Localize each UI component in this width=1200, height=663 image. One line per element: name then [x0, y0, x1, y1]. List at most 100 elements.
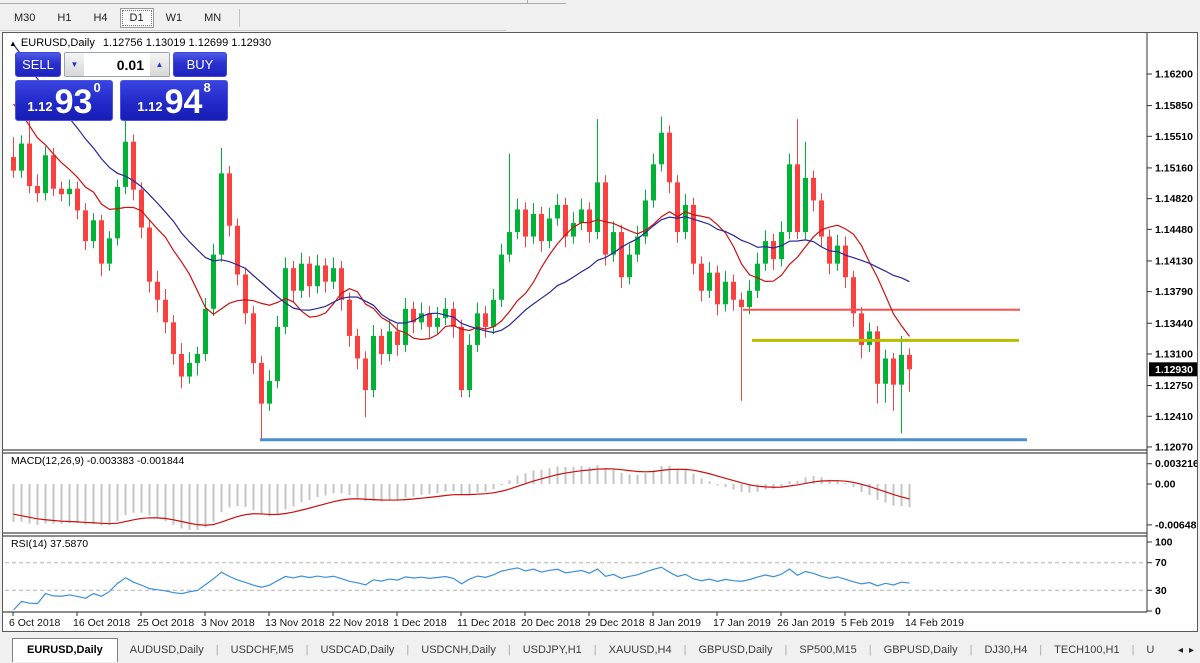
moving-average-10[interactable]	[13, 103, 910, 341]
candle-body	[659, 132, 664, 165]
date-axis-label: 14 Feb 2019	[905, 617, 964, 629]
chart-tab-eurusd-daily[interactable]: EURUSD,Daily	[12, 638, 118, 662]
candle-body	[227, 173, 232, 226]
chart-tab-usdchf-m5[interactable]: USDCHF,M5	[219, 640, 306, 661]
date-axis-label: 17 Jan 2019	[713, 617, 771, 629]
collapse-triangle-icon[interactable]: ▲	[9, 39, 17, 48]
chart-tab-usdcnh-daily[interactable]: USDCNH,Daily	[409, 640, 508, 661]
candle-body	[179, 353, 184, 377]
candle-body	[163, 299, 168, 323]
candle-body	[363, 358, 368, 391]
candle-body	[195, 353, 200, 363]
candle-body	[579, 209, 584, 224]
macd-axis-label: -0.006485	[1155, 519, 1197, 531]
candle-body	[171, 322, 176, 354]
chart-tab-tech100-h1[interactable]: TECH100,H1	[1042, 640, 1131, 661]
candle-body	[371, 335, 376, 391]
candle-body	[123, 141, 128, 187]
timeframe-button-mn[interactable]: MN	[194, 8, 231, 28]
volume-input[interactable]	[84, 53, 150, 76]
candle-body	[19, 143, 24, 171]
timeframe-button-m30[interactable]: M30	[4, 8, 45, 28]
toolbar-edge-separator	[527, 0, 528, 4]
candle-body	[867, 331, 872, 345]
candle-body	[707, 272, 712, 291]
chart-symbol-label: EURUSD,Daily	[20, 37, 95, 49]
candle-body	[203, 308, 208, 354]
rsi-axis-label: 100	[1155, 537, 1173, 549]
sell-button[interactable]: SELL	[15, 52, 61, 77]
toolbar-separator	[239, 9, 241, 27]
timeframe-button-d1[interactable]: D1	[119, 8, 154, 28]
chart-tab-audusd-daily[interactable]: AUDUSD,Daily	[118, 640, 216, 661]
price-axis-label: 1.13100	[1155, 348, 1193, 360]
chart-tab-xauusd-h4[interactable]: XAUUSD,H4	[597, 640, 684, 661]
rsi-axis-label: 30	[1155, 585, 1167, 597]
macd-axis-label: 0.00	[1155, 479, 1176, 491]
sell-price-button[interactable]: 1.12 93 0	[15, 80, 113, 121]
date-axis-label: 5 Feb 2019	[841, 617, 894, 629]
chart-tab-sp500-m15[interactable]: SP500,M15	[787, 640, 868, 661]
candle-body	[67, 188, 72, 195]
chart-tab-bar: EURUSD,Daily AUDUSD,Daily | USDCHF,M5 | USDCA…	[0, 634, 1200, 662]
chart-tab-usdjpy-h1[interactable]: USDJPY,H1	[511, 640, 594, 661]
macd-histogram	[12, 465, 911, 530]
candle-body	[27, 143, 32, 186]
sell-price-big: 93	[54, 83, 93, 122]
buy-button[interactable]: BUY	[173, 52, 227, 77]
candle-body	[763, 241, 768, 264]
date-axis-label: 25 Oct 2018	[137, 617, 194, 629]
price-axis-labels: 1.16200 1.15850 1.15510 1.15160 1.14820 1.144…	[1147, 69, 1197, 453]
tab-scroll-right-icon[interactable]: ▸	[1189, 645, 1194, 656]
candle-body	[403, 308, 408, 345]
chart-ohlc-values: 1.12756 1.13019 1.12699 1.12930	[102, 37, 272, 49]
price-axis-label: 1.14130	[1155, 255, 1193, 267]
date-axis-label: 22 Nov 2018	[329, 617, 389, 629]
candlestick-chart-canvas[interactable]: 1.16200 1.15850 1.15510 1.15160 1.14820 1.144…	[3, 33, 1197, 631]
buy-price-prefix: 1.12	[137, 99, 163, 114]
candle-body	[803, 177, 808, 233]
candle-body	[731, 281, 736, 300]
candle-body	[675, 182, 680, 233]
chart-tab-gbpusd-daily[interactable]: GBPUSD,Daily	[872, 640, 970, 661]
tab-scroll-left-icon[interactable]: ◂	[1178, 645, 1183, 656]
timeframe-button-w1[interactable]: W1	[156, 8, 193, 28]
candle-body	[91, 220, 96, 242]
timeframe-button-h4[interactable]: H4	[83, 8, 117, 28]
candle-body	[571, 223, 576, 237]
candle-body	[259, 362, 264, 404]
price-axis-label: 1.15160	[1155, 162, 1193, 174]
rsi-line	[13, 566, 910, 611]
candle-body	[307, 263, 312, 287]
timeframe-button-h1[interactable]: H1	[47, 8, 81, 28]
candle-body	[683, 204, 688, 233]
rsi-axis-label: 70	[1155, 557, 1167, 569]
chart-title: ▲ EURUSD,Daily 1.12756 1.13019 1.12699 1.1…	[9, 37, 271, 49]
candle-body	[251, 313, 256, 363]
candle-body	[243, 274, 248, 314]
price-axis-label: 1.15850	[1155, 100, 1193, 112]
candle-body	[315, 265, 320, 287]
date-axis-label: 11 Dec 2018	[457, 617, 516, 629]
price-axis-label: 1.13440	[1155, 318, 1193, 330]
chart-tab-u[interactable]: U	[1134, 640, 1166, 661]
chart-tab-usdcad-daily[interactable]: USDCAD,Daily	[308, 640, 406, 661]
candle-body	[835, 245, 840, 264]
candle-body	[699, 263, 704, 291]
buy-price-button[interactable]: 1.12 94 8	[120, 80, 228, 121]
chart-tab-gbpusd-daily[interactable]: GBPUSD,Daily	[686, 640, 784, 661]
price-axis-label: 1.12750	[1155, 380, 1193, 392]
macd-axis-label: 0.003216	[1155, 458, 1197, 470]
date-axis-label: 26 Jan 2019	[777, 617, 835, 629]
candle-body	[347, 299, 352, 336]
candle-body	[107, 238, 112, 264]
candle-body	[843, 245, 848, 278]
candle-body	[547, 218, 552, 242]
price-axis-label: 1.13790	[1155, 286, 1193, 298]
chart-tab-dj30-h4[interactable]: DJ30,H4	[972, 640, 1039, 661]
tab-scroll-controls: ◂ ▸	[1178, 645, 1200, 661]
candle-body	[667, 132, 672, 183]
volume-increase-button[interactable]: ▲	[150, 53, 169, 76]
volume-decrease-button[interactable]: ▼	[65, 53, 84, 76]
candle-body	[291, 268, 296, 291]
